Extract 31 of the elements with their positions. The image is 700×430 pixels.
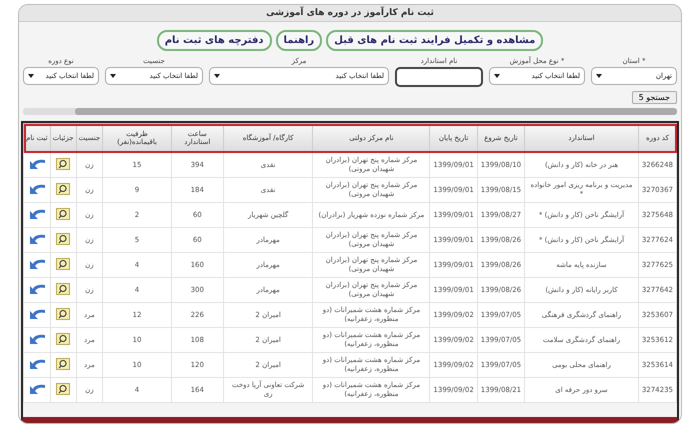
arrow-icon[interactable] — [28, 358, 46, 370]
arrow-icon[interactable] — [28, 182, 46, 195]
arrow-icon[interactable] — [28, 332, 46, 345]
action-button[interactable]: دفترچه های ثبت نام — [156, 30, 272, 51]
action-button[interactable]: راهنما — [276, 30, 322, 51]
action-button[interactable]: مشاهده و تکمیل فرایند ثبت نام های قبل — [326, 30, 544, 51]
caret-icon — [214, 74, 220, 78]
magnifier-icon[interactable] — [56, 182, 70, 195]
magnifier-icon[interactable] — [56, 208, 70, 220]
arrow-icon[interactable] — [28, 382, 46, 395]
caret-icon — [494, 74, 500, 78]
magnifier-icon[interactable] — [56, 258, 70, 270]
arrow-icon[interactable] — [28, 282, 46, 295]
caret-icon — [110, 74, 116, 78]
magnifier-icon[interactable] — [56, 358, 70, 370]
magnifier-icon[interactable] — [56, 332, 70, 345]
magnifier-icon[interactable] — [56, 308, 70, 320]
magnifier-icon[interactable] — [56, 232, 70, 245]
input-field[interactable] — [395, 67, 483, 87]
arrow-icon[interactable] — [28, 158, 46, 170]
arrow-icon[interactable] — [28, 232, 46, 245]
magnifier-icon[interactable] — [56, 282, 70, 295]
arrow-icon[interactable] — [28, 308, 46, 320]
scrollbar[interactable] — [23, 108, 677, 115]
magnifier-icon[interactable] — [56, 158, 70, 170]
magnifier-icon[interactable] — [56, 382, 70, 395]
caret-icon — [596, 74, 602, 78]
arrow-icon[interactable] — [28, 208, 46, 220]
window-title: ثبت نام کارآموز در دوره های آموزشی — [19, 5, 681, 22]
arrow-icon[interactable] — [28, 258, 46, 270]
caret-icon — [28, 74, 34, 78]
